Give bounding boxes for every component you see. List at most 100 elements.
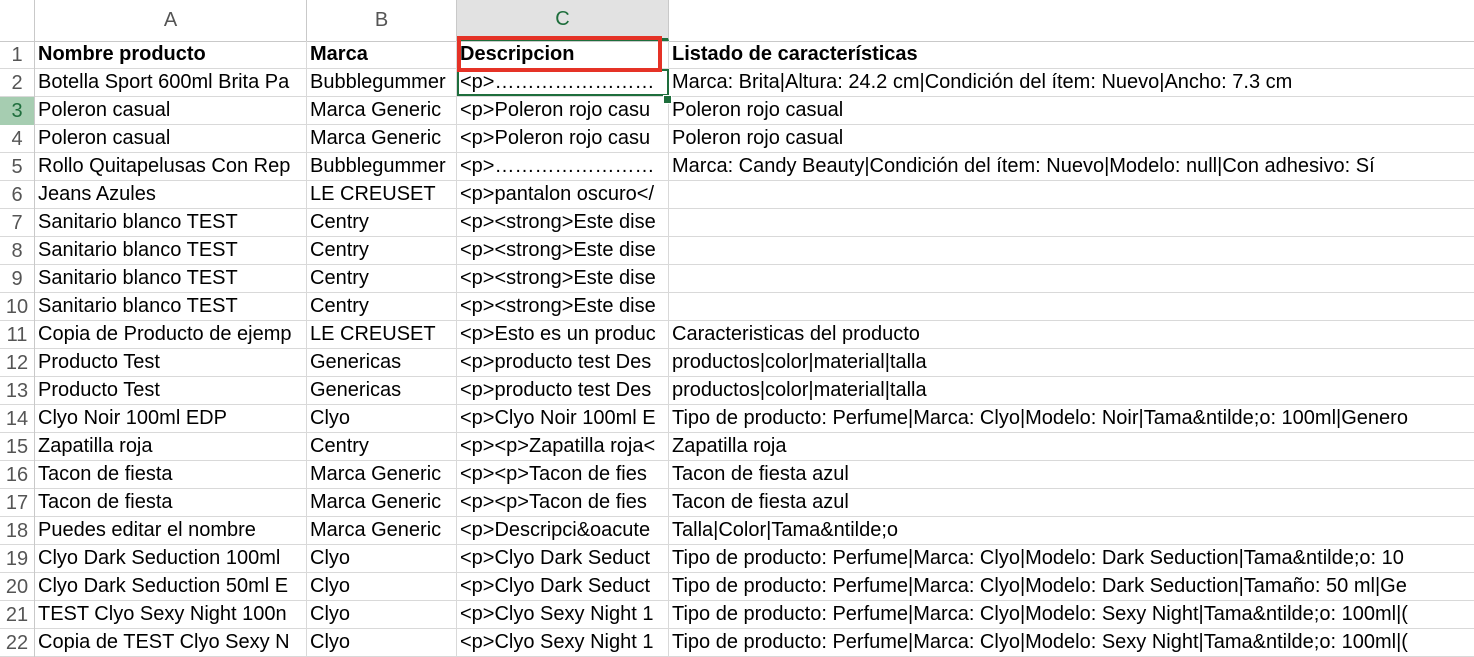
cell-b[interactable]: Bubblegummer bbox=[307, 69, 457, 96]
cell-d[interactable]: Caracteristicas del producto bbox=[669, 321, 1474, 348]
select-all-corner[interactable] bbox=[0, 0, 35, 41]
row-header[interactable]: 2 bbox=[0, 69, 35, 97]
row-header[interactable]: 8 bbox=[0, 237, 35, 265]
cell-d[interactable]: Tipo de producto: Perfume|Marca: Clyo|Mo… bbox=[669, 545, 1474, 572]
cell-a[interactable]: Sanitario blanco TEST bbox=[35, 237, 307, 264]
cell-a[interactable]: Poleron casual bbox=[35, 125, 307, 152]
column-header-b[interactable]: B bbox=[307, 0, 457, 41]
cell-a[interactable]: Sanitario blanco TEST bbox=[35, 209, 307, 236]
cell-a[interactable]: Rollo Quitapelusas Con Rep bbox=[35, 153, 307, 180]
cell-b[interactable]: Marca Generic bbox=[307, 125, 457, 152]
row-header[interactable]: 1 bbox=[0, 41, 35, 69]
cell-a[interactable]: Puedes editar el nombre bbox=[35, 517, 307, 544]
cell-b[interactable]: Centry bbox=[307, 433, 457, 460]
cell-a[interactable]: TEST Clyo Sexy Night 100n bbox=[35, 601, 307, 628]
row-header[interactable]: 22 bbox=[0, 629, 35, 657]
cell-d[interactable] bbox=[669, 293, 1474, 320]
cell-b[interactable]: Clyo bbox=[307, 405, 457, 432]
cell-b[interactable]: Marca Generic bbox=[307, 517, 457, 544]
cell-b[interactable]: Centry bbox=[307, 237, 457, 264]
cell-d[interactable]: Tipo de producto: Perfume|Marca: Clyo|Mo… bbox=[669, 405, 1474, 432]
cell-a[interactable]: Producto Test bbox=[35, 349, 307, 376]
cell-b[interactable]: Clyo bbox=[307, 545, 457, 572]
cell-b[interactable]: Clyo bbox=[307, 601, 457, 628]
cell-a[interactable]: Clyo Dark Seduction 100ml bbox=[35, 545, 307, 572]
cell-c[interactable]: <p><p>Tacon de fies bbox=[457, 461, 669, 488]
cell-a[interactable]: Botella Sport 600ml Brita Pa bbox=[35, 69, 307, 96]
cell-c[interactable]: <p><strong>Este dise bbox=[457, 293, 669, 320]
cell-b[interactable]: Bubblegummer bbox=[307, 153, 457, 180]
cell-b[interactable]: Marca Generic bbox=[307, 461, 457, 488]
cell-a[interactable]: Sanitario blanco TEST bbox=[35, 293, 307, 320]
cell-b[interactable]: Centry bbox=[307, 293, 457, 320]
row-header[interactable]: 18 bbox=[0, 517, 35, 545]
cell-c[interactable]: <p>Clyo Dark Seduct bbox=[457, 573, 669, 600]
cell-c[interactable]: <p>Clyo Sexy Night 1 bbox=[457, 629, 669, 656]
cell-d[interactable]: Poleron rojo casual bbox=[669, 125, 1474, 152]
cell-a[interactable]: Sanitario blanco TEST bbox=[35, 265, 307, 292]
cell-a[interactable]: Clyo Dark Seduction 50ml E bbox=[35, 573, 307, 600]
cell-c[interactable]: <p>Descripci&oacute bbox=[457, 517, 669, 544]
cell-d[interactable]: Marca: Brita|Altura: 24.2 cm|Condición d… bbox=[669, 69, 1474, 96]
cell-c[interactable]: Descripcion bbox=[457, 41, 669, 68]
cell-d[interactable] bbox=[669, 237, 1474, 264]
row-header[interactable]: 11 bbox=[0, 321, 35, 349]
cell-d[interactable]: Listado de características bbox=[669, 41, 1474, 68]
cell-c[interactable]: <p>Esto es un produc bbox=[457, 321, 669, 348]
row-header[interactable]: 21 bbox=[0, 601, 35, 629]
column-header-a[interactable]: A bbox=[35, 0, 307, 41]
cell-b[interactable]: Marca Generic bbox=[307, 97, 457, 124]
cell-c[interactable]: <p>Clyo Noir 100ml E bbox=[457, 405, 669, 432]
cell-d[interactable]: Tipo de producto: Perfume|Marca: Clyo|Mo… bbox=[669, 629, 1474, 656]
cell-d[interactable]: Zapatilla roja bbox=[669, 433, 1474, 460]
cell-a[interactable]: Tacon de fiesta bbox=[35, 461, 307, 488]
cell-b[interactable]: Clyo bbox=[307, 573, 457, 600]
cell-d[interactable]: Poleron rojo casual bbox=[669, 97, 1474, 124]
cell-a[interactable]: Nombre producto bbox=[35, 41, 307, 68]
row-header[interactable]: 7 bbox=[0, 209, 35, 237]
cell-d[interactable]: Tacon de fiesta azul bbox=[669, 489, 1474, 516]
cell-d[interactable] bbox=[669, 209, 1474, 236]
cell-c[interactable]: <p>…………………… bbox=[457, 69, 669, 96]
cell-b[interactable]: Marca Generic bbox=[307, 489, 457, 516]
cell-b[interactable]: Centry bbox=[307, 209, 457, 236]
column-header-c[interactable]: C bbox=[457, 0, 669, 41]
cell-c[interactable]: <p><strong>Este dise bbox=[457, 265, 669, 292]
cell-a[interactable]: Clyo Noir 100ml EDP bbox=[35, 405, 307, 432]
cell-c[interactable]: <p><p>Zapatilla roja< bbox=[457, 433, 669, 460]
cell-c[interactable]: <p>Poleron rojo casu bbox=[457, 97, 669, 124]
cell-b[interactable]: Centry bbox=[307, 265, 457, 292]
cell-a[interactable]: Copia de TEST Clyo Sexy N bbox=[35, 629, 307, 656]
cell-c[interactable]: <p><strong>Este dise bbox=[457, 237, 669, 264]
row-header[interactable]: 10 bbox=[0, 293, 35, 321]
cell-d[interactable]: Tacon de fiesta azul bbox=[669, 461, 1474, 488]
cell-b[interactable]: Genericas bbox=[307, 377, 457, 404]
cell-b[interactable]: Clyo bbox=[307, 629, 457, 656]
cell-a[interactable]: Tacon de fiesta bbox=[35, 489, 307, 516]
cell-c[interactable]: <p>pantalon oscuro</ bbox=[457, 181, 669, 208]
row-header[interactable]: 13 bbox=[0, 377, 35, 405]
cell-d[interactable]: productos|color|material|talla bbox=[669, 377, 1474, 404]
cell-a[interactable]: Jeans Azules bbox=[35, 181, 307, 208]
row-header[interactable]: 16 bbox=[0, 461, 35, 489]
row-header[interactable]: 17 bbox=[0, 489, 35, 517]
cell-c[interactable]: <p><strong>Este dise bbox=[457, 209, 669, 236]
row-header[interactable]: 4 bbox=[0, 125, 35, 153]
cell-c[interactable]: <p>producto test Des bbox=[457, 349, 669, 376]
cell-b[interactable]: LE CREUSET bbox=[307, 181, 457, 208]
row-header[interactable]: 14 bbox=[0, 405, 35, 433]
row-header[interactable]: 12 bbox=[0, 349, 35, 377]
cell-d[interactable] bbox=[669, 181, 1474, 208]
cell-a[interactable]: Copia de Producto de ejemp bbox=[35, 321, 307, 348]
row-header[interactable]: 19 bbox=[0, 545, 35, 573]
cell-a[interactable]: Producto Test bbox=[35, 377, 307, 404]
cell-b[interactable]: LE CREUSET bbox=[307, 321, 457, 348]
cell-c[interactable]: <p>Poleron rojo casu bbox=[457, 125, 669, 152]
cell-d[interactable]: Tipo de producto: Perfume|Marca: Clyo|Mo… bbox=[669, 601, 1474, 628]
row-header[interactable]: 20 bbox=[0, 573, 35, 601]
row-header[interactable]: 6 bbox=[0, 181, 35, 209]
fill-handle[interactable] bbox=[663, 95, 672, 104]
cell-a[interactable]: Zapatilla roja bbox=[35, 433, 307, 460]
cell-b[interactable]: Genericas bbox=[307, 349, 457, 376]
cell-d[interactable]: Tipo de producto: Perfume|Marca: Clyo|Mo… bbox=[669, 573, 1474, 600]
